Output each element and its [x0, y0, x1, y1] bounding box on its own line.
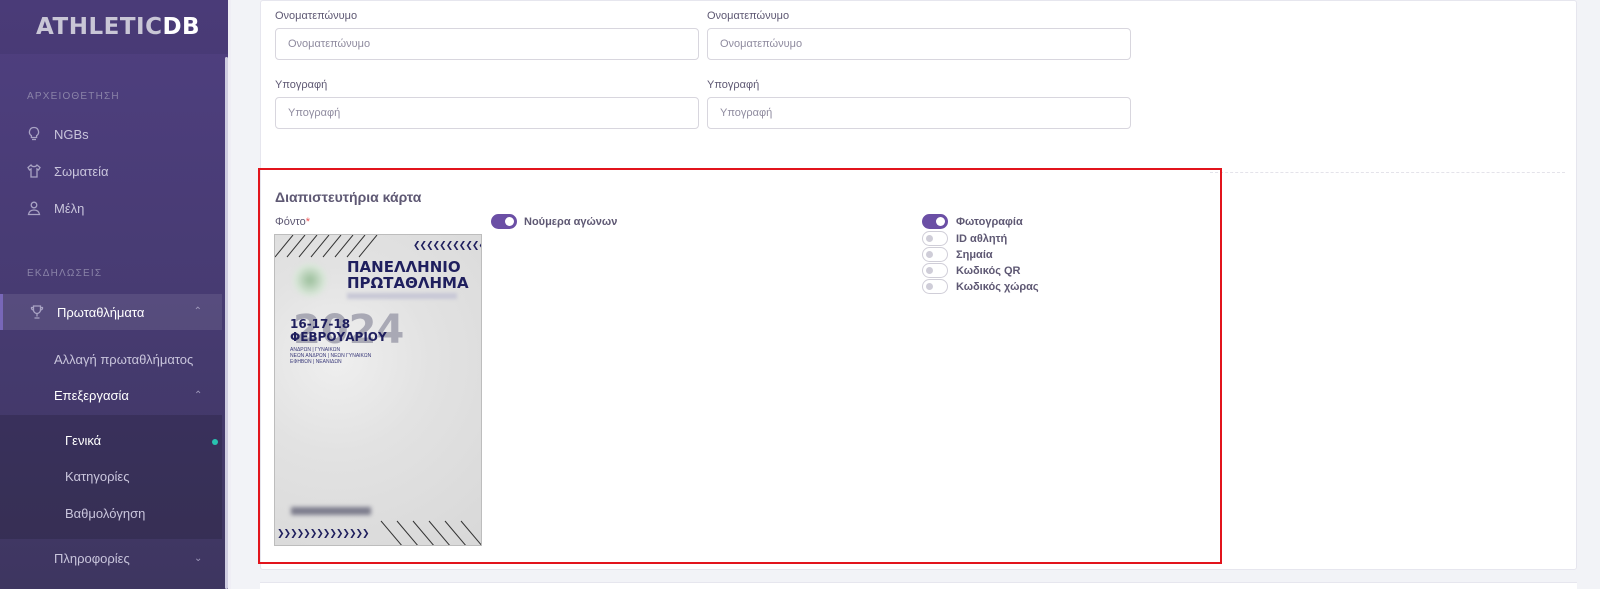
poster-title-line1: ΠΑΝΕΛΛΗΝΙΟ [347, 258, 461, 276]
background-label-text: Φόντο [275, 216, 306, 228]
signature-input-2[interactable] [707, 97, 1131, 129]
background-label: Φόντο* [275, 216, 310, 228]
poster-footer [291, 507, 371, 515]
flag-toggle[interactable] [922, 247, 948, 262]
sidebar-subitem-scoring[interactable]: Βαθμολόγηση [65, 506, 145, 521]
poster-date-line2: ΦΕΒΡΟΥΑΡΙΟΥ [290, 330, 387, 344]
poster-subtitle [347, 293, 457, 299]
next-card [260, 582, 1577, 589]
divider [1210, 172, 1565, 173]
toggle-label-match-numbers: Νούμερα αγώνων [524, 216, 618, 228]
shirt-icon [27, 163, 41, 178]
poster-title: ΠΑΝΕΛΛΗΝΙΟ ΠΡΩΤΑΘΛΗΜΑ [347, 259, 469, 291]
toggle-label-photo: Φωτογραφία [956, 216, 1023, 228]
app-logo[interactable]: ATHLETICDB [36, 14, 200, 40]
lightbulb-icon [28, 126, 40, 141]
signature-label-1: Υπογραφή [275, 79, 328, 91]
poster-category-line: ΕΦΗΒΩΝ | ΝΕΑΝΙΔΩΝ [290, 359, 342, 365]
sidebar-subitem-edit[interactable]: Επεξεργασία [54, 388, 129, 403]
toggle-label-flag: Σημαία [956, 249, 993, 261]
name-label-2: Ονοματεπώνυμο [707, 10, 790, 22]
poster-chevrons-top: ❮❮❮❮❮❮❮❮❮❮❮❮ [413, 241, 481, 251]
name-input-2[interactable] [707, 28, 1131, 60]
match-numbers-toggle[interactable] [491, 214, 517, 229]
chevron-down-icon: ⌄ [194, 553, 203, 564]
sidebar-item-label: Μέλη [54, 201, 85, 216]
logo-text-db: DB [162, 14, 201, 40]
trophy-icon [30, 305, 44, 319]
sidebar: ATHLETICDB ΑΡΧΕΙΟΘΕΤΗΣΗ NGBs Σωματεία Μέ… [0, 0, 231, 589]
sidebar-edge [228, 0, 231, 589]
toggle-label-qr-code: Κωδικός QR [956, 265, 1021, 277]
sidebar-subitem-change-championship[interactable]: Αλλαγή πρωταθλήματος [54, 352, 193, 367]
poster-title-line2: ΠΡΩΤΑΘΛΗΜΑ [347, 274, 469, 292]
name-label-1: Ονοματεπώνυμο [275, 10, 358, 22]
country-code-toggle[interactable] [922, 279, 948, 294]
required-mark: * [305, 216, 310, 228]
athlete-id-toggle[interactable] [922, 231, 948, 246]
sidebar-item-championships[interactable]: Πρωταθλήματα ⌃ [0, 294, 222, 330]
photo-toggle[interactable] [922, 214, 948, 229]
sidebar-subitem-info[interactable]: Πληροφορίες [54, 551, 130, 566]
signature-input-1[interactable] [275, 97, 699, 129]
section-label-archive: ΑΡΧΕΙΟΘΕΤΗΣΗ [27, 91, 120, 102]
section-title: Διαπιστευτήρια κάρτα [275, 189, 422, 205]
logo-text-athletic: ATHLETIC [36, 14, 163, 40]
sidebar-item-clubs[interactable]: Σωματεία [0, 153, 222, 189]
active-dot-icon [212, 439, 218, 445]
sidebar-item-ngbs[interactable]: NGBs [0, 116, 222, 152]
sidebar-subitem-general[interactable]: Γενικά [65, 433, 101, 448]
poster-logo [293, 263, 327, 297]
sidebar-item-label: Σωματεία [54, 164, 109, 179]
name-input-1[interactable] [275, 28, 699, 60]
chevron-up-icon: ⌃ [193, 306, 202, 317]
poster-chevrons-bottom: ❯❯❯❯❯❯❯❯❯❯❯❯❯❯ [277, 529, 370, 539]
signature-label-2: Υπογραφή [707, 79, 760, 91]
sidebar-subitem-categories[interactable]: Κατηγορίες [65, 469, 129, 484]
toggle-label-country-code: Κωδικός χώρας [956, 281, 1039, 293]
sidebar-item-label: Πρωταθλήματα [57, 305, 145, 320]
toggle-label-athlete-id: ID αθλητή [956, 233, 1008, 245]
user-icon [27, 201, 41, 216]
poster-date: 16-17-18 ΦΕΒΡΟΥΑΡΙΟΥ [290, 318, 387, 344]
section-label-events: ΕΚΔΗΛΩΣΕΙΣ [27, 268, 103, 279]
background-image-preview[interactable]: ❮❮❮❮❮❮❮❮❮❮❮❮ ❯❯❯❯❯❯❯❯❯❯❯❯❯❯ ΠΑΝΕΛΛΗΝΙΟ Π… [274, 234, 482, 546]
qr-code-toggle[interactable] [922, 263, 948, 278]
sidebar-item-members[interactable]: Μέλη [0, 190, 222, 226]
chevron-up-icon: ⌃ [194, 390, 203, 401]
sidebar-item-label: NGBs [54, 127, 89, 142]
